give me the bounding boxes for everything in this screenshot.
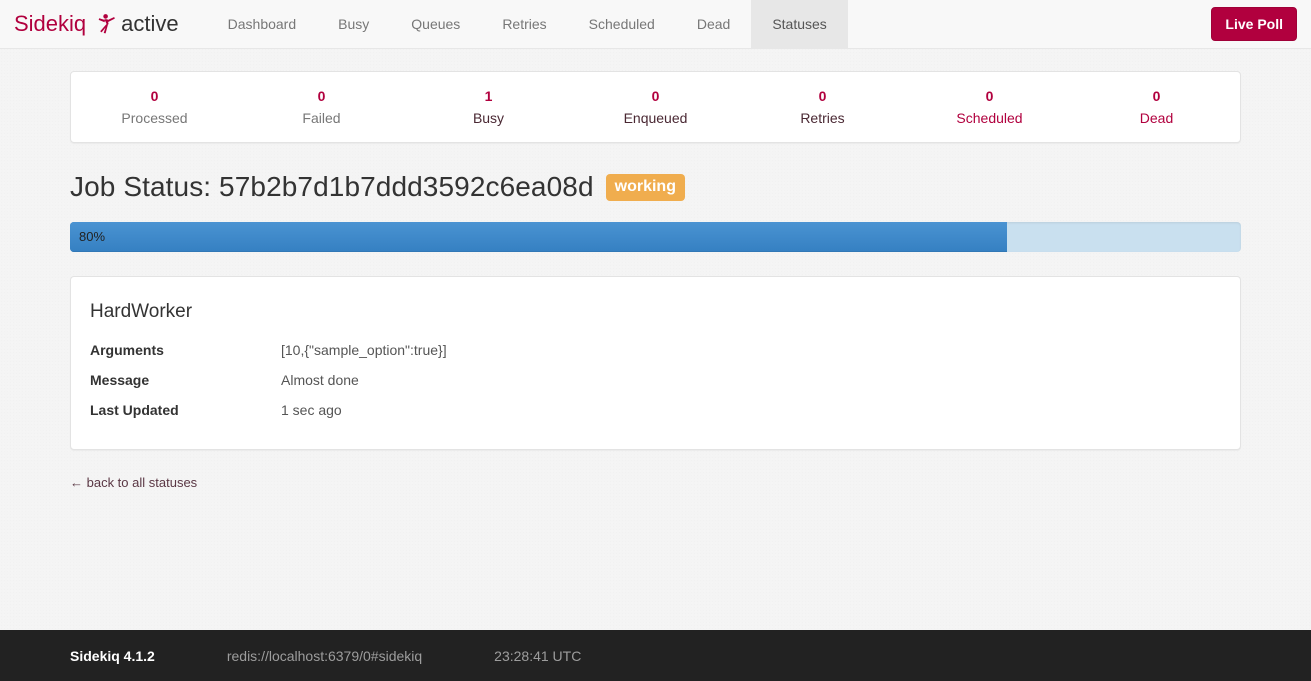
back-to-all-statuses-link[interactable]: ← back to all statuses [70, 474, 197, 492]
stat-enqueued-label: Enqueued [572, 107, 739, 129]
stat-busy-label: Busy [405, 107, 572, 129]
tab-scheduled[interactable]: Scheduled [568, 0, 676, 48]
detail-key-message: Message [90, 365, 281, 395]
job-status-heading-text: Job Status: 57b2b7d1b7ddd3592c6ea08d [70, 170, 594, 204]
stat-failed-label: Failed [238, 107, 405, 129]
footer-redis-url: redis://localhost:6379/0#sidekiq [227, 648, 422, 664]
job-progress-fill: 80% [70, 222, 1007, 252]
navbar: Sidekiq active Dashboard Busy Queues Ret… [0, 0, 1311, 49]
stat-enqueued[interactable]: 0 Enqueued [572, 86, 739, 129]
detail-value-last-updated: 1 sec ago [281, 395, 342, 425]
stat-dead-count: 0 [1073, 86, 1240, 106]
footer-inner: Sidekiq 4.1.2 redis://localhost:6379/0#s… [70, 630, 1241, 681]
stat-failed[interactable]: 0 Failed [238, 86, 405, 129]
tab-queues[interactable]: Queues [390, 0, 481, 48]
stat-enqueued-count: 0 [572, 86, 739, 106]
stat-processed-label: Processed [71, 107, 238, 129]
worker-name: HardWorker [90, 300, 1221, 324]
stat-processed[interactable]: 0 Processed [71, 86, 238, 129]
detail-value-arguments: [10,{"sample_option":true}] [281, 335, 447, 365]
stat-retries[interactable]: 0 Retries [739, 86, 906, 129]
detail-key-last-updated: Last Updated [90, 395, 281, 425]
footer: Sidekiq 4.1.2 redis://localhost:6379/0#s… [0, 630, 1311, 681]
stat-processed-count: 0 [71, 86, 238, 106]
footer-version: Sidekiq 4.1.2 [70, 648, 155, 664]
job-progress-bar: 80% [70, 222, 1241, 252]
footer-time: 23:28:41 UTC [494, 648, 581, 664]
job-progress-label: 80% [79, 222, 105, 252]
detail-value-message: Almost done [281, 365, 359, 395]
brand-subtitle: active [121, 13, 178, 35]
stat-scheduled[interactable]: 0 Scheduled [906, 86, 1073, 129]
brand-logo-link[interactable]: Sidekiq active [0, 0, 193, 48]
sidekiq-dancer-icon [93, 12, 115, 36]
main-container: 0 Processed 0 Failed 1 Busy 0 Enqueued 0… [70, 49, 1241, 492]
stat-dead-label: Dead [1073, 107, 1240, 129]
tab-dead[interactable]: Dead [676, 0, 751, 48]
stat-dead[interactable]: 0 Dead [1073, 86, 1240, 129]
stat-busy[interactable]: 1 Busy [405, 86, 572, 129]
brand-name: Sidekiq [14, 13, 86, 35]
stat-scheduled-label: Scheduled [906, 107, 1073, 129]
tab-statuses[interactable]: Statuses [751, 0, 847, 48]
stat-retries-label: Retries [739, 107, 906, 129]
tab-busy[interactable]: Busy [317, 0, 390, 48]
tab-dashboard[interactable]: Dashboard [207, 0, 318, 48]
summary-stats-card: 0 Processed 0 Failed 1 Busy 0 Enqueued 0… [70, 71, 1241, 143]
detail-row-message: Message Almost done [90, 365, 1221, 395]
stat-scheduled-count: 0 [906, 86, 1073, 106]
nav-tabs: Dashboard Busy Queues Retries Scheduled … [207, 0, 848, 48]
page-title: Job Status: 57b2b7d1b7ddd3592c6ea08d wor… [70, 170, 1241, 204]
live-poll-button[interactable]: Live Poll [1211, 7, 1297, 41]
detail-row-arguments: Arguments [10,{"sample_option":true}] [90, 335, 1221, 365]
stat-busy-count: 1 [405, 86, 572, 106]
status-badge: working [606, 174, 685, 201]
stat-retries-count: 0 [739, 86, 906, 106]
navbar-right-actions: Live Poll [1211, 0, 1311, 48]
tab-retries[interactable]: Retries [481, 0, 567, 48]
detail-row-last-updated: Last Updated 1 sec ago [90, 395, 1221, 425]
job-detail-card: HardWorker Arguments [10,{"sample_option… [70, 276, 1241, 450]
stat-failed-count: 0 [238, 86, 405, 106]
detail-key-arguments: Arguments [90, 335, 281, 365]
